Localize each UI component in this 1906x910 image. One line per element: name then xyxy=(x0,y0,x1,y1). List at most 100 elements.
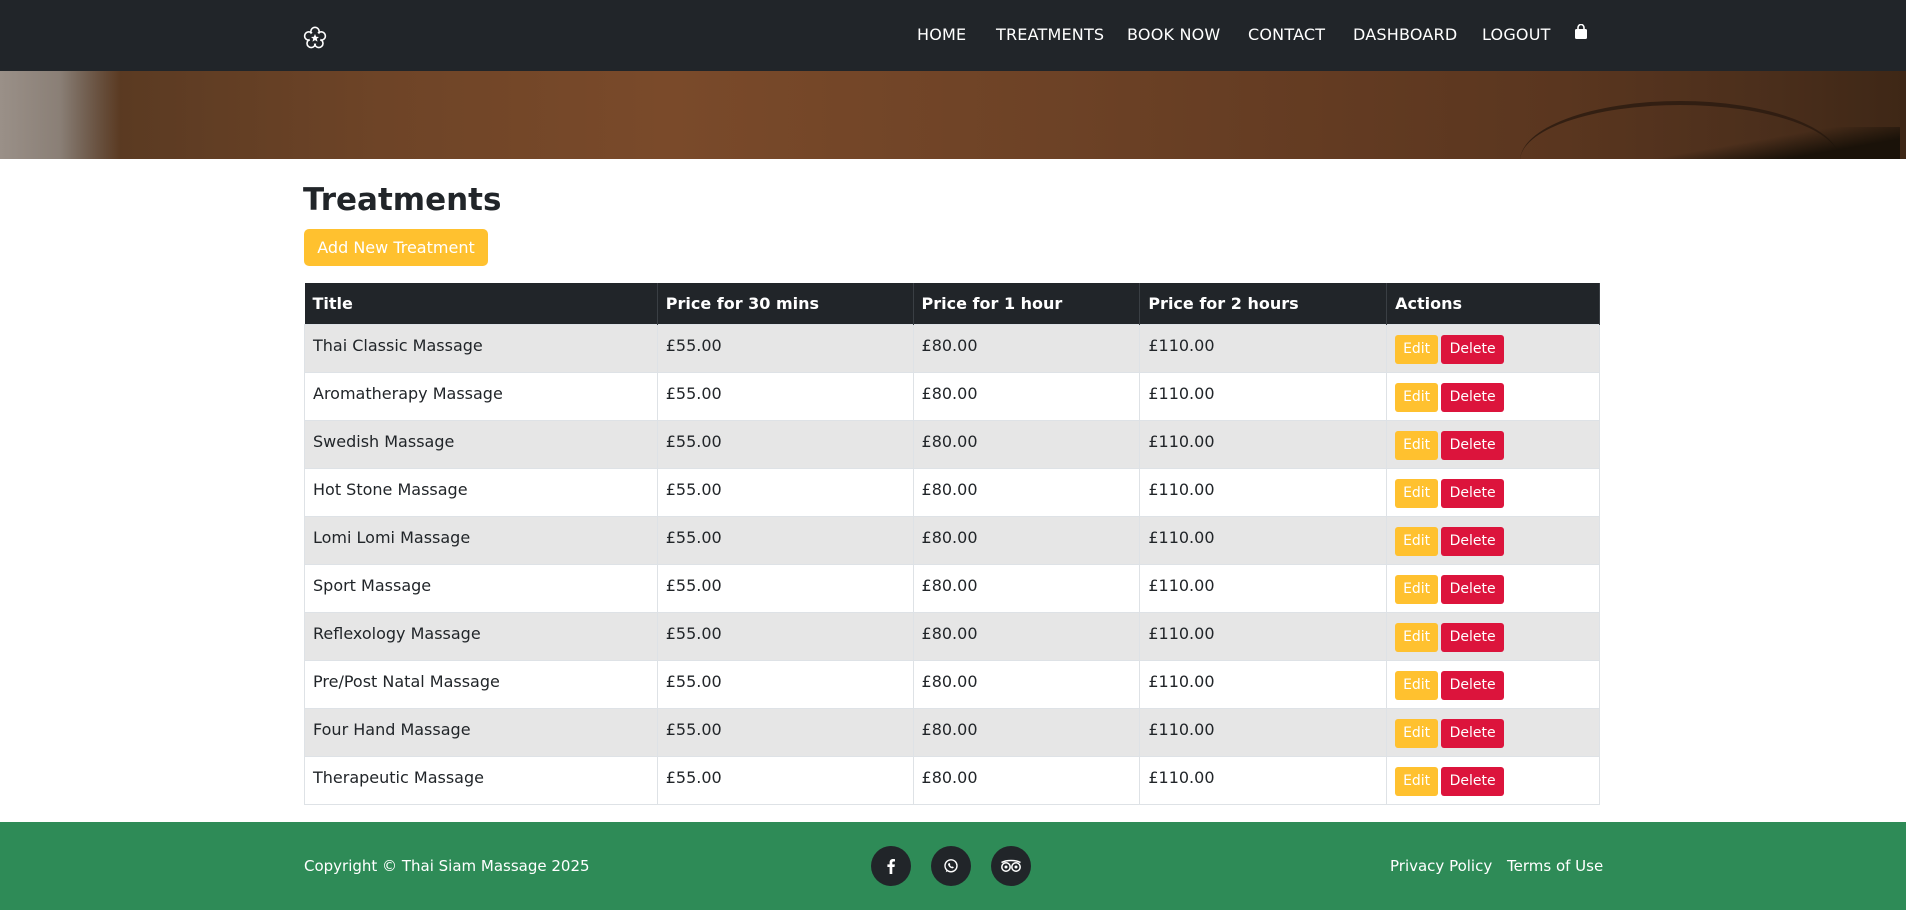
price-1-hour: £80.00 xyxy=(912,467,1141,517)
delete-button[interactable]: Delete xyxy=(1441,766,1505,796)
table-row: Therapeutic Massage £55.00 £80.00 £110.0… xyxy=(304,755,1600,805)
shopping-bag-icon[interactable] xyxy=(1574,23,1592,42)
treatment-title: Pre/Post Natal Massage xyxy=(304,659,658,709)
price-1-hour: £80.00 xyxy=(912,515,1141,565)
table-row: Sport Massage £55.00 £80.00 £110.00 Edit… xyxy=(304,563,1600,613)
price-2-hours: £110.00 xyxy=(1139,371,1388,421)
row-actions: Edit Delete xyxy=(1386,467,1600,517)
row-actions: Edit Delete xyxy=(1386,659,1600,709)
table-header-row: Title Price for 30 mins Price for 1 hour… xyxy=(304,283,1600,324)
treatment-title: Hot Stone Massage xyxy=(304,467,658,517)
privacy-policy-link[interactable]: Privacy Policy xyxy=(1390,857,1492,875)
price-30-mins: £55.00 xyxy=(656,467,914,517)
price-30-mins: £55.00 xyxy=(656,707,914,757)
delete-button[interactable]: Delete xyxy=(1441,574,1505,604)
column-header-actions: Actions xyxy=(1386,283,1600,324)
edit-button[interactable]: Edit xyxy=(1395,382,1439,412)
terms-of-use-link[interactable]: Terms of Use xyxy=(1507,857,1603,875)
price-1-hour: £80.00 xyxy=(912,371,1141,421)
edit-button[interactable]: Edit xyxy=(1395,430,1439,460)
tripadvisor-icon[interactable] xyxy=(991,846,1031,886)
site-footer: Copyright © Thai Siam Massage 2025 Priva… xyxy=(0,822,1906,910)
price-30-mins: £55.00 xyxy=(656,755,914,805)
nav-link-book-now[interactable]: BOOK NOW xyxy=(1127,25,1220,44)
price-2-hours: £110.00 xyxy=(1139,611,1388,661)
delete-button[interactable]: Delete xyxy=(1441,430,1505,460)
row-actions: Edit Delete xyxy=(1386,755,1600,805)
edit-button[interactable]: Edit xyxy=(1395,766,1439,796)
table-row: Reflexology Massage £55.00 £80.00 £110.0… xyxy=(304,611,1600,661)
row-actions: Edit Delete xyxy=(1386,419,1600,469)
price-30-mins: £55.00 xyxy=(656,515,914,565)
nav-link-dashboard[interactable]: DASHBOARD xyxy=(1353,25,1457,44)
column-header-price-30: Price for 30 mins xyxy=(657,283,914,324)
table-row: Aromatherapy Massage £55.00 £80.00 £110.… xyxy=(304,371,1600,421)
price-2-hours: £110.00 xyxy=(1139,563,1388,613)
price-1-hour: £80.00 xyxy=(912,755,1141,805)
price-1-hour: £80.00 xyxy=(912,659,1141,709)
column-header-title: Title xyxy=(304,283,658,324)
delete-button[interactable]: Delete xyxy=(1441,478,1505,508)
nav-link-contact[interactable]: CONTACT xyxy=(1248,25,1325,44)
delete-button[interactable]: Delete xyxy=(1441,622,1505,652)
edit-button[interactable]: Edit xyxy=(1395,718,1439,748)
hero-banner-image xyxy=(0,71,1906,159)
price-2-hours: £110.00 xyxy=(1139,467,1388,517)
edit-button[interactable]: Edit xyxy=(1395,574,1439,604)
table-row: Hot Stone Massage £55.00 £80.00 £110.00 … xyxy=(304,467,1600,517)
delete-button[interactable]: Delete xyxy=(1441,670,1505,700)
delete-button[interactable]: Delete xyxy=(1441,718,1505,748)
column-header-price-120: Price for 2 hours xyxy=(1139,283,1388,324)
table-row: Swedish Massage £55.00 £80.00 £110.00 Ed… xyxy=(304,419,1600,469)
nav-link-treatments[interactable]: TREATMENTS xyxy=(996,25,1104,44)
treatment-title: Lomi Lomi Massage xyxy=(304,515,658,565)
price-1-hour: £80.00 xyxy=(912,563,1141,613)
treatments-table: Title Price for 30 mins Price for 1 hour… xyxy=(304,283,1600,805)
delete-button[interactable]: Delete xyxy=(1441,382,1505,412)
nav-link-home[interactable]: HOME xyxy=(917,25,966,44)
price-1-hour: £80.00 xyxy=(912,707,1141,757)
edit-button[interactable]: Edit xyxy=(1395,334,1439,364)
top-navbar: HOME TREATMENTS BOOK NOW CONTACT DASHBOA… xyxy=(0,0,1906,71)
price-1-hour: £80.00 xyxy=(912,611,1141,661)
price-2-hours: £110.00 xyxy=(1139,755,1388,805)
table-row: Pre/Post Natal Massage £55.00 £80.00 £11… xyxy=(304,659,1600,709)
price-30-mins: £55.00 xyxy=(656,611,914,661)
edit-button[interactable]: Edit xyxy=(1395,670,1439,700)
price-2-hours: £110.00 xyxy=(1139,707,1388,757)
row-actions: Edit Delete xyxy=(1386,371,1600,421)
row-actions: Edit Delete xyxy=(1386,563,1600,613)
price-30-mins: £55.00 xyxy=(656,419,914,469)
flower-star-icon[interactable] xyxy=(303,26,327,50)
column-header-price-60: Price for 1 hour xyxy=(913,283,1141,324)
row-actions: Edit Delete xyxy=(1386,707,1600,757)
page-title: Treatments xyxy=(303,182,502,218)
edit-button[interactable]: Edit xyxy=(1395,622,1439,652)
table-row: Lomi Lomi Massage £55.00 £80.00 £110.00 … xyxy=(304,515,1600,565)
table-row: Thai Classic Massage £55.00 £80.00 £110.… xyxy=(304,323,1600,373)
delete-button[interactable]: Delete xyxy=(1441,526,1505,556)
price-30-mins: £55.00 xyxy=(656,323,914,373)
row-actions: Edit Delete xyxy=(1386,611,1600,661)
table-row: Four Hand Massage £55.00 £80.00 £110.00 … xyxy=(304,707,1600,757)
price-30-mins: £55.00 xyxy=(656,659,914,709)
nav-link-logout[interactable]: LOGOUT xyxy=(1482,25,1551,44)
treatment-title: Thai Classic Massage xyxy=(304,323,658,373)
price-2-hours: £110.00 xyxy=(1139,323,1388,373)
treatment-title: Therapeutic Massage xyxy=(304,755,658,805)
row-actions: Edit Delete xyxy=(1386,515,1600,565)
treatment-title: Reflexology Massage xyxy=(304,611,658,661)
facebook-icon[interactable] xyxy=(871,846,911,886)
delete-button[interactable]: Delete xyxy=(1441,334,1505,364)
treatment-title: Sport Massage xyxy=(304,563,658,613)
price-1-hour: £80.00 xyxy=(912,323,1141,373)
edit-button[interactable]: Edit xyxy=(1395,478,1439,508)
price-30-mins: £55.00 xyxy=(656,371,914,421)
copyright-text: Copyright © Thai Siam Massage 2025 xyxy=(304,857,590,875)
add-new-treatment-button[interactable]: Add New Treatment xyxy=(304,229,488,266)
whatsapp-icon[interactable] xyxy=(931,846,971,886)
row-actions: Edit Delete xyxy=(1386,323,1600,373)
price-2-hours: £110.00 xyxy=(1139,659,1388,709)
edit-button[interactable]: Edit xyxy=(1395,526,1439,556)
price-2-hours: £110.00 xyxy=(1139,515,1388,565)
